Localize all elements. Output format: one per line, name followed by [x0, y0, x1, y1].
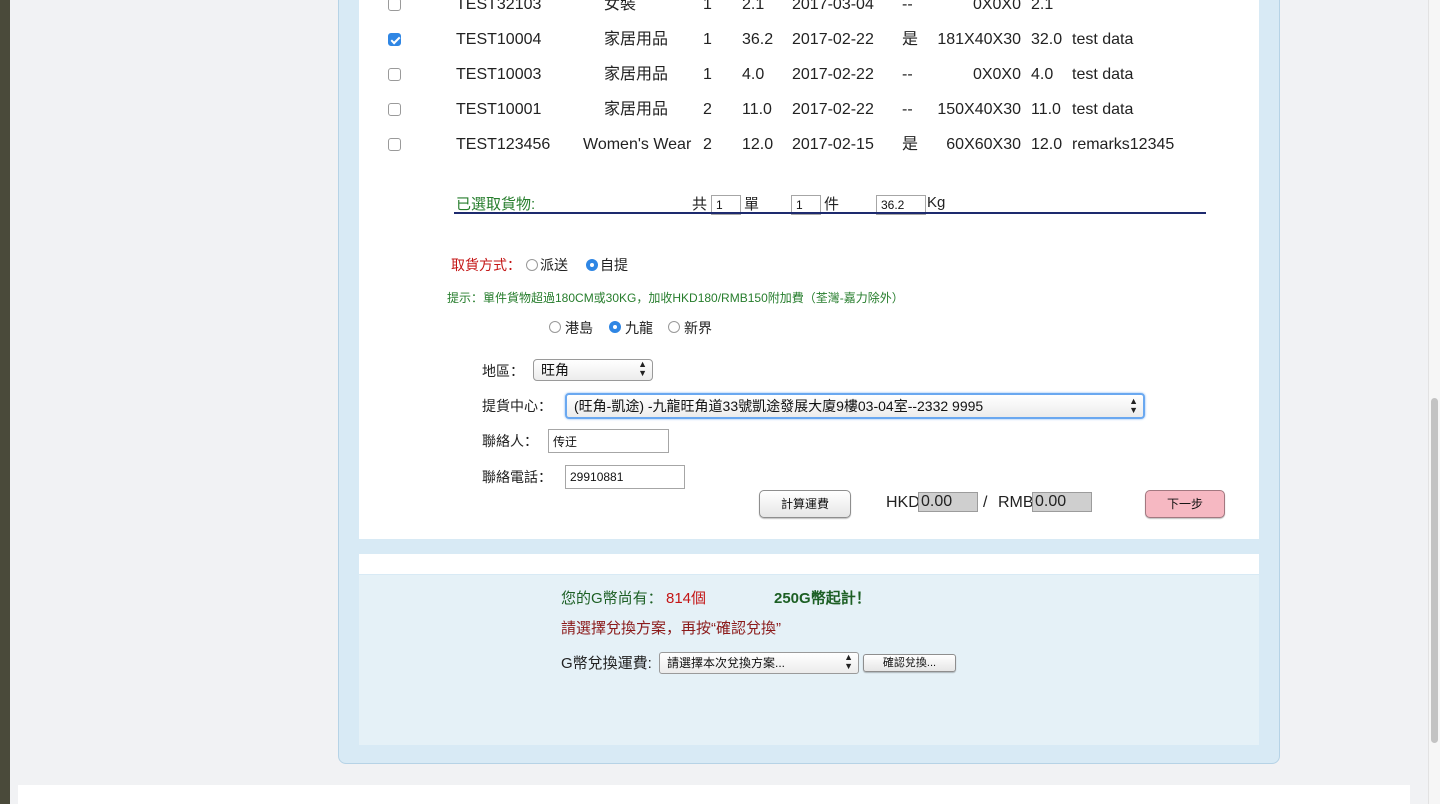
contact-input[interactable] — [548, 429, 669, 453]
currency-separator: / — [983, 494, 988, 511]
row-remarks: test data — [1072, 66, 1134, 83]
row-category: 家居用品 — [604, 101, 669, 118]
pickup-center-label: 提貨中心： — [482, 398, 552, 414]
spacer-card — [359, 554, 1259, 574]
row-dims: 181X40X30 — [937, 31, 1021, 48]
row-qty: 1 — [703, 31, 712, 48]
delivery-option-label: 派送 — [540, 257, 568, 273]
row-vol: 32.0 — [1031, 31, 1063, 48]
pieces-unit: 件 — [824, 196, 840, 213]
row-code: TEST123456 — [456, 136, 551, 153]
region-label-new-territories: 新界 — [684, 320, 712, 336]
row-category: 家居用品 — [604, 31, 669, 48]
district-select[interactable]: 旺角 ▲ ▼ — [533, 359, 653, 381]
phone-input[interactable] — [565, 465, 685, 489]
row-remarks: test data — [1072, 101, 1134, 118]
region-radio-new-territories[interactable] — [668, 321, 680, 333]
row-category: Women's Wear — [583, 136, 692, 153]
row-code: TEST10004 — [456, 31, 542, 48]
gcoin-minimum-note: 250G幣起計！ — [774, 590, 871, 607]
rmb-label: RMB — [998, 494, 1034, 511]
row-code: TEST32103 — [456, 0, 542, 13]
order-panel: TEST32103 女裝 1 2.1 2017-03-04 -- 0X0X0 2.1 TEST1… — [338, 0, 1280, 764]
summary-divider — [454, 212, 1206, 214]
row-date: 2017-02-22 — [792, 101, 874, 118]
row-qty: 2 — [703, 101, 712, 118]
phone-label: 聯絡電話： — [482, 469, 552, 485]
select-arrows-icon: ▲ ▼ — [1129, 396, 1138, 415]
row-qty: 1 — [703, 66, 712, 83]
row-select-checkbox[interactable] — [388, 68, 401, 81]
region-radio-kowloon[interactable] — [609, 321, 621, 333]
row-date: 2017-02-22 — [792, 31, 874, 48]
gcoin-exchange-label: G幣兌換運費: — [561, 655, 652, 672]
region-label-hk-island: 港島 — [565, 320, 593, 336]
row-select-checkbox[interactable] — [388, 103, 401, 116]
gcoin-instruction: 請選擇兌換方案，再按“確認兌換” — [561, 620, 781, 637]
next-step-button[interactable]: 下一步 — [1145, 490, 1225, 518]
gcoin-balance-prefix: 您的G幣尚有： — [561, 590, 663, 607]
select-arrows-icon: ▲ ▼ — [638, 359, 647, 378]
hkd-amount: 0.00 — [918, 492, 978, 512]
surcharge-notice: 提示：單件貨物超過180CM或30KG，加收HKD180/RMB150附加費（荃… — [447, 291, 904, 305]
scrollbar-thumb[interactable] — [1431, 398, 1438, 743]
row-weight: 36.2 — [742, 31, 774, 48]
row-remarks: test data — [1072, 31, 1134, 48]
row-dims: 150X40X30 — [937, 101, 1021, 118]
row-code: TEST10001 — [456, 101, 542, 118]
row-vol: 11.0 — [1031, 101, 1061, 118]
confirm-exchange-button[interactable]: 確認兌換... — [863, 654, 956, 672]
row-date: 2017-02-22 — [792, 66, 874, 83]
orders-unit: 單 — [744, 196, 760, 213]
gcoin-balance-value: 814個 — [666, 590, 707, 607]
row-qty: 2 — [703, 136, 712, 153]
region-radio-hk-island[interactable] — [549, 321, 561, 333]
rmb-amount: 0.00 — [1032, 492, 1092, 512]
row-code: TEST10003 — [456, 66, 542, 83]
page: TEST32103 女裝 1 2.1 2017-03-04 -- 0X0X0 2.1 TEST1… — [10, 0, 1428, 804]
pickup-center-select-value: (旺角-凱途) -九龍旺角道33號凱途發展大廈9樓03-04室--2332 99… — [574, 398, 984, 414]
row-category: 女裝 — [604, 0, 637, 13]
total-prefix: 共 — [692, 196, 708, 213]
row-dims: 0X0X0 — [972, 66, 1021, 83]
row-remarks: remarks12345 — [1072, 136, 1175, 153]
self-pickup-radio[interactable] — [586, 259, 598, 271]
row-date: 2017-02-15 — [792, 136, 874, 153]
district-label: 地區： — [482, 363, 524, 379]
gcoin-plan-select[interactable]: 請選擇本次兌換方案... ▲ ▼ — [659, 652, 859, 674]
select-arrows-icon: ▲ ▼ — [844, 652, 853, 671]
shipment-card: TEST32103 女裝 1 2.1 2017-03-04 -- 0X0X0 2.1 TEST1… — [359, 0, 1259, 539]
self-pickup-option-label: 自提 — [600, 257, 628, 273]
row-date: 2017-03-04 — [792, 0, 874, 13]
selected-goods-label: 已選取貨物: — [456, 196, 536, 213]
row-vol: 2.1 — [1031, 0, 1054, 13]
calculate-shipping-button[interactable]: 計算運費 — [759, 490, 851, 518]
row-dims: 60X60X30 — [946, 136, 1021, 153]
row-category: 家居用品 — [604, 66, 669, 83]
pickup-method-label: 取貨方式： — [451, 257, 521, 273]
gcoin-panel: 您的G幣尚有： 814個 250G幣起計！ 請選擇兌換方案，再按“確認兌換” G… — [359, 575, 1259, 745]
district-select-value: 旺角 — [541, 362, 569, 378]
gcoin-plan-select-value: 請選擇本次兌換方案... — [667, 656, 786, 670]
row-select-checkbox[interactable] — [388, 33, 401, 46]
window-edge — [0, 0, 10, 804]
contact-label: 聯絡人： — [482, 433, 538, 449]
delivery-radio[interactable] — [526, 259, 538, 271]
row-weight: 12.0 — [742, 136, 774, 153]
pickup-center-select[interactable]: (旺角-凱途) -九龍旺角道33號凱途發展大廈9樓03-04室--2332 99… — [565, 393, 1145, 419]
vertical-scrollbar[interactable] — [1428, 0, 1440, 804]
region-label-kowloon: 九龍 — [625, 320, 653, 336]
row-weight: 11.0 — [742, 101, 772, 118]
weight-unit: Kg — [927, 194, 946, 211]
row-vol: 12.0 — [1031, 136, 1063, 153]
row-select-checkbox[interactable] — [388, 138, 401, 151]
row-dims: 0X0X0 — [972, 0, 1021, 13]
hkd-label: HKD — [886, 494, 920, 511]
row-weight: 4.0 — [742, 66, 765, 83]
footer-strip — [18, 785, 1410, 804]
row-select-checkbox[interactable] — [388, 0, 401, 11]
row-weight: 2.1 — [742, 0, 765, 13]
row-vol: 4.0 — [1031, 66, 1054, 83]
row-qty: 1 — [703, 0, 712, 13]
